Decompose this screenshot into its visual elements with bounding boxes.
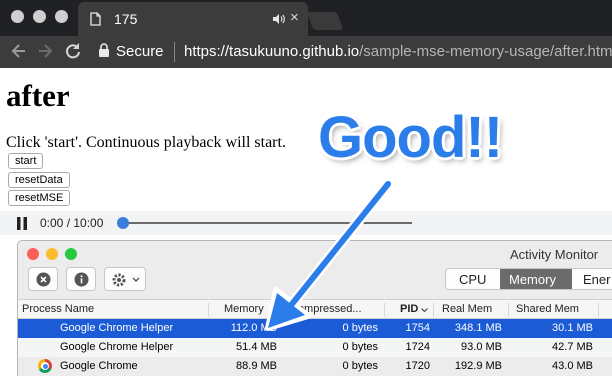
table-row[interactable]: Google Chrome 88.9 MB 0 bytes 1720 192.9… bbox=[18, 357, 612, 376]
pid-value: 1724 bbox=[405, 341, 430, 353]
close-icon[interactable]: × bbox=[290, 9, 299, 26]
start-button[interactable]: start bbox=[8, 153, 44, 169]
column-divider bbox=[282, 303, 283, 317]
col-compressed[interactable]: Compressed... bbox=[290, 303, 362, 315]
process-name: Google Chrome Helper bbox=[60, 341, 174, 353]
process-name: Google Chrome Helper bbox=[60, 322, 174, 334]
am-close-button[interactable] bbox=[27, 248, 39, 260]
col-shared-mem[interactable]: Shared Mem bbox=[516, 303, 579, 315]
address-separator bbox=[174, 42, 175, 62]
pid-value: 1754 bbox=[405, 322, 430, 334]
reset-data-button[interactable]: resetData bbox=[8, 172, 70, 188]
browser-toolbar: Secure https://tasukuuno.github.io/sampl… bbox=[0, 36, 612, 68]
document-icon bbox=[90, 12, 101, 31]
reload-icon[interactable] bbox=[64, 40, 82, 67]
pause-icon[interactable] bbox=[16, 217, 28, 235]
activity-monitor-window: Activity Monitor CPU Memory Ener Process… bbox=[17, 240, 612, 376]
browser-titlebar: 175 × bbox=[0, 0, 612, 36]
column-divider bbox=[433, 303, 434, 317]
compressed-value: 0 bytes bbox=[342, 360, 378, 372]
lock-icon bbox=[98, 43, 110, 63]
column-divider bbox=[208, 303, 209, 317]
address-bar[interactable]: Secure https://tasukuuno.github.io/sampl… bbox=[92, 38, 612, 66]
stop-process-button[interactable] bbox=[28, 267, 58, 291]
secure-label: Secure bbox=[116, 43, 164, 60]
column-divider bbox=[384, 303, 385, 317]
column-divider bbox=[508, 303, 509, 317]
url-host: https://tasukuuno.github.io bbox=[184, 43, 360, 60]
column-divider bbox=[598, 303, 599, 317]
table-row[interactable]: Google Chrome Helper 51.4 MB 0 bytes 172… bbox=[18, 338, 612, 357]
chrome-logo-icon bbox=[38, 359, 52, 373]
time-display: 0:00 / 10:00 bbox=[40, 216, 104, 230]
compressed-value: 0 bytes bbox=[342, 322, 378, 334]
memory-value: 112.0 MB bbox=[230, 322, 277, 334]
page-heading: after bbox=[6, 78, 70, 113]
process-name: Google Chrome bbox=[60, 360, 138, 372]
tab-energy[interactable]: Ener bbox=[583, 272, 610, 287]
real-mem-value: 93.0 MB bbox=[461, 341, 502, 353]
am-zoom-button[interactable] bbox=[65, 248, 77, 260]
col-real-mem[interactable]: Real Mem bbox=[442, 303, 492, 315]
minimize-window-button[interactable] bbox=[33, 10, 46, 23]
am-window-title: Activity Monitor bbox=[510, 247, 599, 262]
real-mem-value: 348.1 MB bbox=[454, 322, 502, 334]
shared-mem-value: 30.1 MB bbox=[552, 322, 593, 334]
action-menu-button[interactable] bbox=[104, 267, 146, 291]
col-pid[interactable]: PID bbox=[400, 303, 418, 315]
inspect-process-button[interactable] bbox=[66, 267, 96, 291]
chevron-down-icon bbox=[132, 277, 140, 282]
sort-descending-icon bbox=[421, 308, 428, 313]
back-arrow-icon[interactable] bbox=[10, 40, 28, 67]
video-player-controls: 0:00 / 10:00 bbox=[0, 211, 612, 235]
instruction-text: Click 'start'. Continuous playback will … bbox=[6, 134, 286, 151]
speaker-icon[interactable] bbox=[272, 12, 286, 30]
zoom-window-button[interactable] bbox=[55, 10, 68, 23]
view-segmented-control: CPU Memory Ener bbox=[445, 268, 612, 290]
new-tab-button[interactable] bbox=[306, 12, 344, 30]
stop-icon bbox=[36, 272, 51, 287]
tab-title: 175 bbox=[114, 11, 138, 27]
col-memory[interactable]: Memory bbox=[224, 303, 264, 315]
tab-memory[interactable]: Memory bbox=[509, 272, 556, 287]
reset-mse-button[interactable]: resetMSE bbox=[8, 190, 71, 206]
am-minimize-button[interactable] bbox=[46, 248, 58, 260]
gear-icon bbox=[112, 273, 126, 287]
browser-tab[interactable]: 175 × bbox=[78, 2, 308, 36]
info-icon bbox=[74, 272, 89, 287]
table-row[interactable]: Google Chrome Helper 112.0 MB 0 bytes 17… bbox=[18, 319, 612, 338]
compressed-value: 0 bytes bbox=[342, 341, 378, 353]
shared-mem-value: 43.0 MB bbox=[552, 360, 593, 372]
tab-cpu[interactable]: CPU bbox=[459, 272, 486, 287]
url-text[interactable]: https://tasukuuno.github.io/sample-mse-m… bbox=[184, 43, 612, 60]
seek-bar[interactable] bbox=[122, 222, 412, 224]
memory-value: 51.4 MB bbox=[236, 341, 277, 353]
shared-mem-value: 42.7 MB bbox=[552, 341, 593, 353]
seek-thumb[interactable] bbox=[117, 217, 129, 229]
process-table-header: Process Name Memory Compressed... PID Re… bbox=[18, 299, 612, 319]
close-window-button[interactable] bbox=[11, 10, 24, 23]
col-process-name[interactable]: Process Name bbox=[22, 303, 94, 315]
memory-value: 88.9 MB bbox=[236, 360, 277, 372]
url-path: /sample-mse-memory-usage/after.html bbox=[359, 43, 612, 60]
forward-arrow-icon[interactable] bbox=[36, 40, 54, 67]
pid-value: 1720 bbox=[405, 360, 430, 372]
real-mem-value: 192.9 MB bbox=[454, 360, 502, 372]
